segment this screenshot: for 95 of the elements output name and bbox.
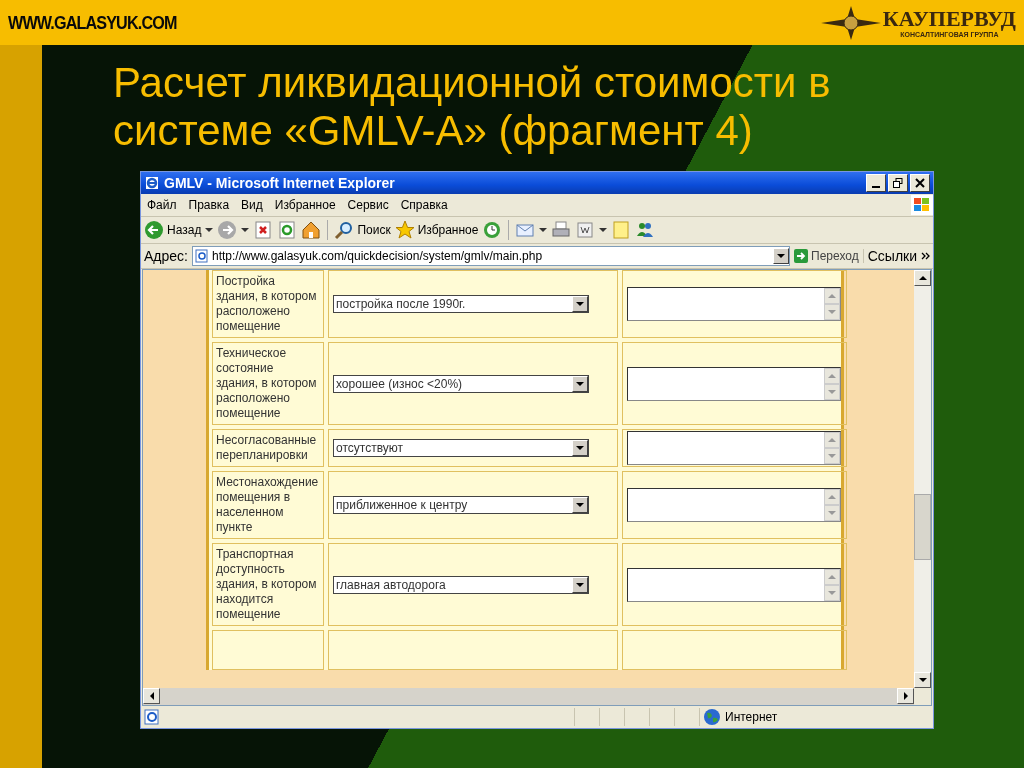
text-area[interactable]: [627, 567, 841, 602]
scrollbar-corner: [914, 688, 931, 705]
caret-icon: [576, 301, 584, 307]
links-button[interactable]: Ссылки: [867, 248, 917, 264]
stop-button[interactable]: [253, 220, 274, 240]
page-icon: [194, 249, 209, 263]
search-button[interactable]: Поиск: [334, 220, 391, 240]
scrollbar-thumb[interactable]: [914, 494, 931, 560]
scroll-up-button[interactable]: [824, 568, 840, 585]
up-arrow-icon: [828, 372, 836, 379]
text-area[interactable]: [627, 366, 841, 401]
menu-item[interactable]: Правка: [188, 198, 230, 212]
menu-item[interactable]: Справка: [400, 198, 448, 212]
field-label: Несогласованные перепланировки: [216, 433, 317, 463]
people-icon: [635, 220, 656, 240]
windows-flag-icon: [911, 195, 933, 215]
left-arrow-icon[interactable]: [148, 692, 155, 700]
minimize-icon: [872, 185, 880, 188]
select-field[interactable]: отсутствуют: [333, 439, 589, 457]
history-button[interactable]: [482, 220, 503, 240]
address-field[interactable]: http://www.galasyuk.com/quickdecision/system/gmlv/main.php: [191, 246, 791, 266]
document-icon: [575, 220, 596, 240]
field-label: Местонахождение помещения в населенном пункте: [216, 475, 319, 535]
globe-icon: [703, 708, 721, 726]
select-field[interactable]: хорошее (износ <20%): [333, 374, 589, 393]
messenger-button[interactable]: [635, 220, 656, 240]
down-arrow-icon: [828, 309, 836, 315]
caret-icon: [576, 502, 584, 508]
down-arrow-icon: [828, 589, 836, 596]
up-arrow-icon: [828, 573, 836, 580]
stop-icon: [253, 220, 274, 240]
site-address: WWW.GALASYUK.COM: [8, 11, 177, 34]
down-arrow-icon: [828, 388, 836, 395]
note-icon: [611, 220, 632, 240]
up-arrow-icon[interactable]: [918, 275, 927, 281]
favorites-button[interactable]: Избранное: [394, 220, 479, 240]
home-button[interactable]: [301, 220, 322, 240]
address-label: Адрес:: [144, 248, 188, 264]
search-icon: [334, 220, 355, 240]
select-field[interactable]: приближенное к центру: [333, 496, 589, 514]
caret-icon: [576, 445, 584, 451]
edit-button[interactable]: [575, 220, 596, 240]
close-button[interactable]: [910, 174, 930, 192]
dropdown-arrow-icon[interactable]: [539, 227, 548, 233]
dropdown-button[interactable]: [572, 576, 588, 593]
field-label: Постройка здания, в котором расположено помещение: [216, 274, 317, 334]
scroll-up-button[interactable]: [824, 367, 840, 384]
dropdown-button[interactable]: [572, 497, 588, 513]
right-arrow-icon: [794, 249, 809, 263]
browser-icon: [144, 175, 160, 191]
select-field[interactable]: постройка после 1990г.: [333, 295, 589, 313]
dropdown-arrow-icon[interactable]: [241, 227, 250, 233]
caret-icon: [576, 380, 584, 387]
home-icon: [301, 220, 322, 240]
logo-name: КАУПЕРВУД: [882, 7, 1016, 31]
caret-icon: [576, 581, 584, 588]
minimize-button[interactable]: [866, 174, 886, 192]
caret-icon: [777, 253, 786, 259]
slide-title: Расчет ликвидационной стоимости в системе «GMLV-A» (фрагмент 4): [113, 59, 832, 155]
page-icon: [144, 709, 160, 725]
restore-icon: [893, 178, 903, 188]
restore-button[interactable]: [888, 174, 908, 192]
dropdown-button[interactable]: [572, 375, 588, 392]
window-title: GMLV - Microsoft Internet Explorer: [164, 175, 396, 191]
menu-item[interactable]: Вид: [241, 198, 263, 212]
dropdown-button[interactable]: [572, 440, 588, 456]
dropdown-arrow-icon[interactable]: [599, 227, 608, 233]
dropdown-arrow-icon[interactable]: [205, 227, 214, 233]
down-arrow-icon: [828, 510, 836, 516]
dropdown-button[interactable]: [773, 248, 790, 264]
menu-item[interactable]: Избранное: [274, 198, 336, 212]
refresh-button[interactable]: [277, 220, 298, 240]
field-label: Транспортная доступность здания, в котором находится помещение: [216, 547, 317, 622]
right-arrow-icon[interactable]: [902, 692, 909, 700]
back-button[interactable]: Назад: [144, 220, 202, 240]
field-label: Техническое состояние здания, в котором расположено помещение: [216, 346, 317, 421]
close-icon: [915, 178, 925, 188]
down-arrow-icon: [828, 453, 836, 459]
zone-label: Интернет: [725, 710, 778, 724]
select-field[interactable]: главная автодорога: [333, 575, 589, 594]
dropdown-button[interactable]: [572, 296, 588, 312]
printer-icon: [551, 220, 572, 240]
menu-item[interactable]: Сервис: [347, 198, 389, 212]
up-arrow-icon: [828, 437, 836, 443]
up-arrow-icon: [828, 293, 836, 299]
star-icon: [394, 220, 415, 240]
chevron-icon[interactable]: [921, 252, 930, 260]
down-arrow-icon[interactable]: [918, 677, 927, 683]
horizontal-scrollbar[interactable]: [143, 688, 931, 705]
up-arrow-icon: [828, 494, 836, 500]
vertical-scrollbar[interactable]: [914, 270, 931, 688]
menu-item[interactable]: Файл: [147, 198, 177, 212]
clock-icon: [482, 220, 503, 240]
go-button[interactable]: Переход: [794, 249, 864, 263]
refresh-icon: [277, 220, 298, 240]
